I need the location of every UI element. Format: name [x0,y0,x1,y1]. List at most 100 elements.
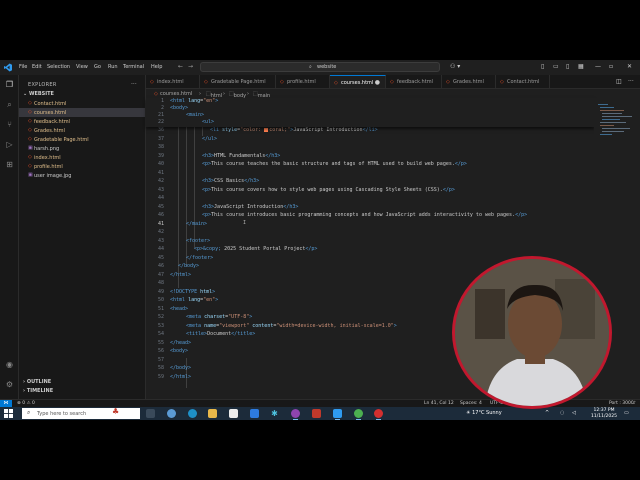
network-icon[interactable]: ◌ [560,410,564,416]
explorer-sidebar: EXPLORER ··· ⌄ WEBSITE ◇ Contact.html ◇ … [19,75,146,399]
breadcrumb-html[interactable]: ⬚ html [206,91,222,99]
search-icon[interactable]: ⌕ [4,99,15,110]
taskbar-search-box[interactable]: ⌕ Type here to search ♣ [22,407,140,419]
file-name: courses.html [34,109,67,116]
file-item-gradetable[interactable]: ◇ Gradetable Page.html [19,135,145,144]
tab-index[interactable]: ◇ index.html [146,75,200,88]
tab-profile[interactable]: ◇ profile.html [276,75,330,88]
menu-selection[interactable]: Selection [47,64,70,70]
file-item-contact[interactable]: ◇ Contact.html [19,99,145,108]
menu-run[interactable]: Run [108,64,118,70]
tray-chevron-icon[interactable]: ^ [545,410,549,416]
errors-warnings-icon[interactable]: ⊗ 0 ⚠ 0 [17,401,35,406]
code-line: <html lang="en"> [170,297,219,303]
windows-start-icon[interactable] [4,409,13,418]
customize-layout-icon[interactable]: ▦ [578,63,584,70]
code-line: <footer> [186,237,211,244]
breadcrumb-separator-icon: › [223,91,225,97]
command-center-search[interactable]: ⌕ website [200,62,440,72]
notification-center-icon[interactable]: ▭ [624,410,629,416]
account-icon[interactable]: ◉ [4,359,15,370]
tab-contact[interactable]: ◇ Contact.html [496,75,550,88]
recorder-app-icon[interactable] [374,409,383,420]
timeline-section[interactable]: › TIMELINE [23,388,53,394]
store-icon[interactable] [229,409,238,418]
menu-terminal[interactable]: Terminal [123,64,144,70]
outline-section[interactable]: › OUTLINE [23,379,51,385]
app-icon[interactable] [291,409,300,420]
vscode-logo-icon[interactable] [4,63,12,72]
tab-feedback[interactable]: ◇ feedback.html [386,75,442,88]
maximize-icon[interactable]: ▫ [609,63,613,70]
cursor-position[interactable]: Ln 41, Col 12 [424,401,454,406]
color-swatch[interactable] [264,127,269,132]
file-item-feedback[interactable]: ◇ feedback.html [19,117,145,126]
breadcrumb-main[interactable]: ⬚ main [253,91,270,99]
file-item-grades[interactable]: ◇ Grades.html [19,126,145,135]
live-server-port[interactable]: Port : 3000 [609,401,634,406]
breadcrumb-file[interactable]: courses.html [160,91,192,97]
minimize-icon[interactable]: — [595,63,601,70]
weather-text: 17°C Sunny [472,410,502,416]
forward-arrow-icon[interactable]: → [188,63,193,70]
explorer-title: EXPLORER [28,82,57,88]
file-item-courses[interactable]: ◇ courses.html [19,108,145,117]
split-editor-icon[interactable]: ◫ [616,78,622,85]
indentation[interactable]: Spaces: 4 [460,401,482,406]
mail-icon[interactable] [250,409,259,418]
volume-icon[interactable]: ◁ [572,410,576,416]
file-explorer-icon[interactable] [208,409,217,418]
file-item-harsh-png[interactable]: ▣ harsh.png [19,144,145,153]
extensions-icon[interactable]: ⊞ [4,159,15,170]
media-app-icon[interactable] [312,409,321,418]
menu-help[interactable]: Help [151,64,162,70]
minimap-line [602,131,624,132]
menu-file[interactable]: File [19,64,27,70]
tab-courses[interactable]: ◇ courses.html ● [330,75,386,88]
notifications-bell-icon[interactable]: ♪ [633,401,636,406]
html-file-icon: ◇ [28,163,32,169]
line-number: 37 [157,135,164,142]
toggle-sidebar-icon[interactable]: ▯ [541,63,544,70]
system-clock[interactable]: 12:37 PM 11/11/2025 [591,408,617,419]
tab-label: Grades.html [453,79,484,85]
unsaved-dot-icon[interactable]: ● [375,79,380,86]
more-actions-icon[interactable]: ··· [628,78,634,85]
source-control-icon[interactable]: ⑂ [4,119,15,130]
chrome-browser-icon[interactable] [354,409,363,420]
tab-grades[interactable]: ◇ Grades.html [442,75,496,88]
manage-gear-icon[interactable]: ⚙ [4,379,15,390]
menu-view[interactable]: View [76,64,88,70]
file-item-profile[interactable]: ◇ profile.html [19,162,145,171]
code-line: <meta name="viewport" content="width=dev… [186,322,397,329]
settings-icon[interactable]: ✱ [270,409,279,418]
indent-guide [202,126,203,136]
html-file-icon: ◇ [154,91,158,97]
copilot-app-icon[interactable] [167,409,176,418]
breadcrumb-body[interactable]: ⬚ body [229,91,246,99]
toggle-panel-icon[interactable]: ▭ [553,63,559,70]
menu-go[interactable]: Go [94,64,101,70]
folder-header[interactable]: ⌄ WEBSITE [23,91,54,97]
task-view-icon[interactable] [146,409,155,418]
weather-widget[interactable]: ☀ 17°C Sunny [466,410,502,416]
edge-browser-icon[interactable] [188,409,197,418]
line-number: 38 [157,144,164,150]
code-line: <body> [170,348,189,354]
back-arrow-icon[interactable]: ← [178,63,183,70]
explorer-icon[interactable]: ❐ [4,79,15,90]
html-file-icon: ◇ [204,79,208,85]
vscode-taskbar-icon[interactable] [333,409,342,420]
sticky-scroll-header[interactable]: 1 <html lang="en"> 2 <body> 21 <main> 22… [146,98,594,127]
toggle-secondary-sidebar-icon[interactable]: ▯ [566,63,569,70]
code-line: </html> [170,271,192,278]
close-icon[interactable]: ✕ [627,63,632,70]
menu-edit[interactable]: Edit [32,64,42,70]
file-item-user-image[interactable]: ▣ user image.jpg [19,171,145,180]
run-debug-icon[interactable]: ▷ [4,139,15,150]
file-item-index[interactable]: ◇ index.html [19,153,145,162]
minimap-line [600,125,614,126]
tab-gradetable[interactable]: ◇ Gradetable Page.html [200,75,276,88]
more-actions-icon[interactable]: ··· [131,81,137,88]
copilot-icon[interactable]: ⚇ ▾ [450,63,460,70]
